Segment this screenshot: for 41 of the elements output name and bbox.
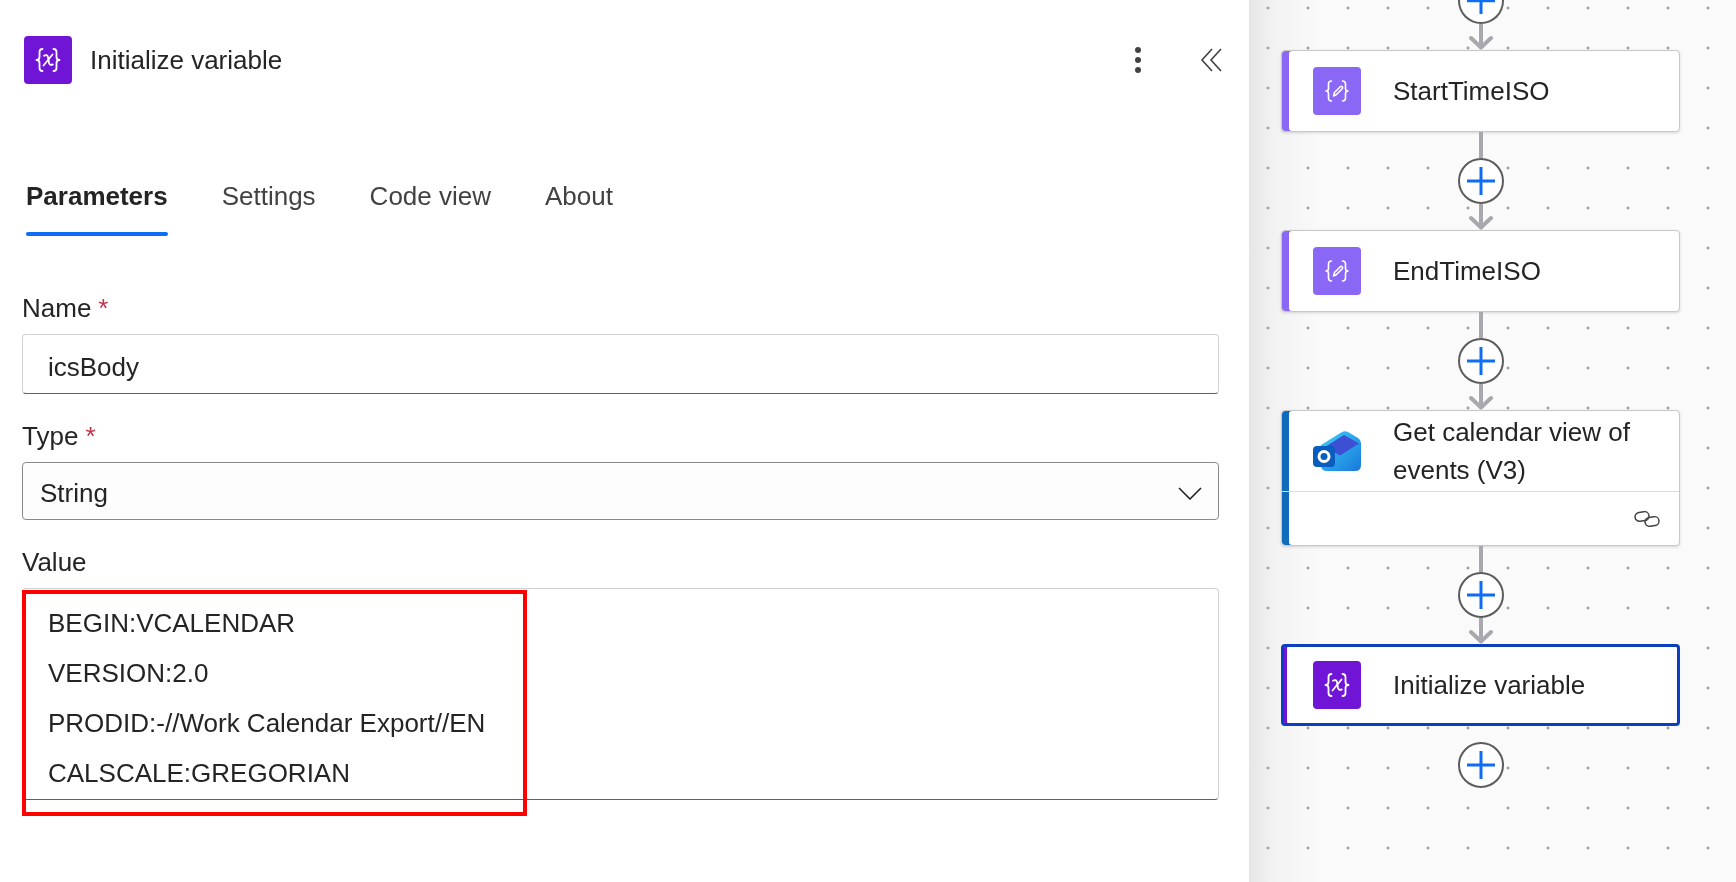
add-step-button[interactable]: [1457, 338, 1504, 384]
field-label: Value: [22, 546, 87, 578]
braces-pencil-icon: [1313, 67, 1361, 115]
more-vertical-icon: [1134, 47, 1142, 73]
plus-icon: [1466, 581, 1495, 609]
plus-icon: [1466, 751, 1495, 779]
connector-arrow: [1468, 618, 1493, 644]
connector-arrow: [1468, 24, 1493, 50]
tab[interactable]: About: [545, 178, 613, 236]
tab[interactable]: Code view: [369, 178, 491, 236]
plus-icon: [1466, 347, 1495, 375]
field-label: Name: [22, 292, 92, 324]
required-mark: *: [98, 292, 109, 324]
text-field[interactable]: icsBody: [22, 334, 1219, 394]
card-title: EndTimeISO: [1393, 255, 1541, 288]
action-card[interactable]: EndTimeISO: [1281, 230, 1680, 312]
connector-arrow: [1468, 384, 1493, 410]
chevron-down-icon: [1178, 486, 1202, 500]
connector-arrow: [1468, 204, 1493, 230]
card-title: StartTimeISO: [1393, 75, 1550, 108]
braces-x-icon: [24, 36, 72, 84]
action-card[interactable]: StartTimeISO: [1281, 50, 1680, 132]
action-card[interactable]: Initialize variable: [1281, 644, 1680, 726]
braces-x-icon: [1313, 661, 1361, 709]
tab[interactable]: Parameters: [26, 178, 168, 236]
add-step-button[interactable]: [1457, 742, 1504, 788]
add-step-button[interactable]: [1457, 158, 1504, 204]
required-mark: *: [85, 420, 96, 452]
panel-title: Initialize variable: [90, 44, 283, 77]
plus-icon: [1466, 0, 1495, 15]
card-title: Get calendar view of events (V3): [1393, 416, 1631, 487]
plus-icon: [1466, 167, 1495, 195]
add-step-button[interactable]: [1457, 572, 1504, 618]
tab[interactable]: Settings: [221, 178, 316, 236]
braces-pencil-icon: [1313, 247, 1361, 295]
dropdown-field[interactable]: String: [22, 462, 1219, 520]
card-title: Initialize variable: [1393, 669, 1586, 702]
add-step-button[interactable]: [1457, 0, 1504, 24]
action-card[interactable]: Get calendar view of events (V3): [1281, 410, 1680, 546]
field-label: Type: [22, 420, 79, 452]
double-chevron-left-icon: [1200, 48, 1222, 72]
